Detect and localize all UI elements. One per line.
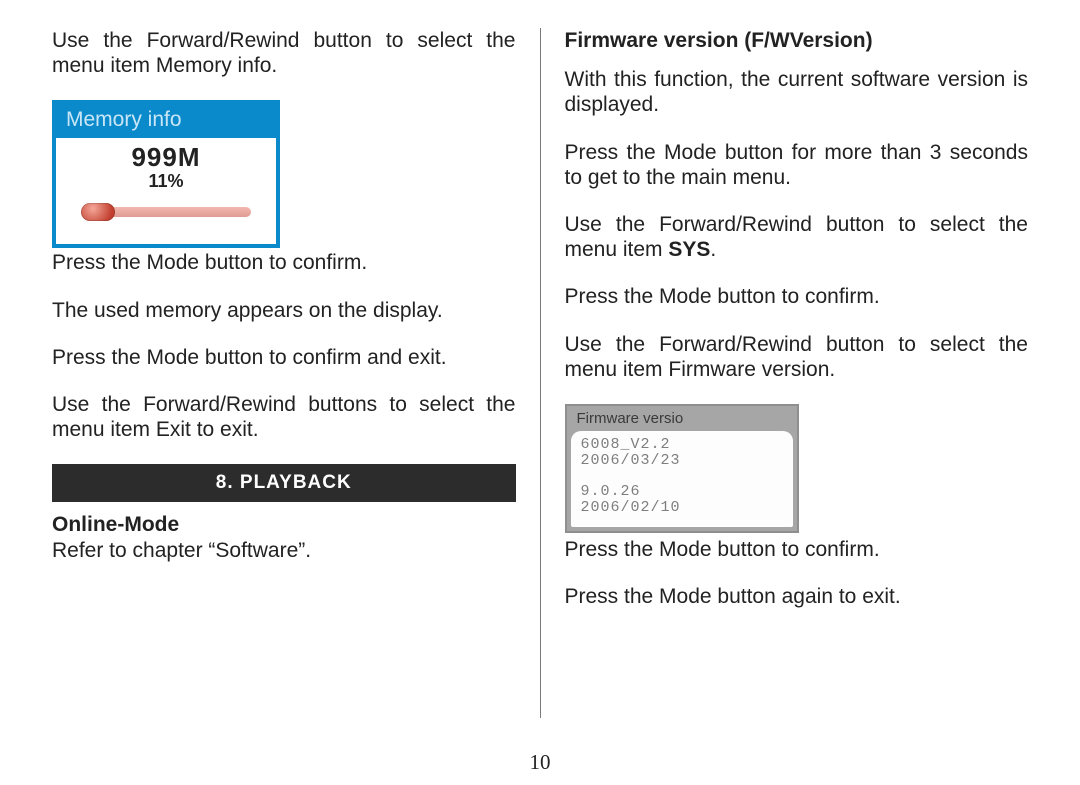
firmware-info-panel: 6008_V2.2 2006/03/23 9.0.26 2006/02/10 xyxy=(571,431,793,527)
body-text: Press the Mode button for more than 3 se… xyxy=(565,140,1029,190)
subheading-online-mode: Online-Mode xyxy=(52,512,516,537)
firmware-line: 2006/03/23 xyxy=(581,453,783,470)
memory-info-body: 999M 11% xyxy=(56,138,276,244)
body-text: Use the Forward/Rewind button to select … xyxy=(565,212,1029,262)
body-text: Use the Forward/Rewind button to select … xyxy=(52,28,516,78)
firmware-line: 9.0.26 xyxy=(581,484,783,501)
left-column: Use the Forward/Rewind button to select … xyxy=(52,28,540,718)
memory-percent-value: 11% xyxy=(56,171,276,192)
bold-term-sys: SYS xyxy=(668,238,710,261)
memory-slider-handle xyxy=(81,203,115,221)
memory-size-value: 999M xyxy=(56,142,276,173)
firmware-screenshot-title: Firmware versio xyxy=(567,406,797,431)
body-text: The used memory appears on the display. xyxy=(52,298,516,323)
online-mode-block: Online-Mode Refer to chapter “Software”. xyxy=(52,512,516,562)
body-text: Press the Mode button to confirm. xyxy=(52,250,516,275)
body-text-span: Use the Forward/Rewind button to select … xyxy=(565,213,1029,261)
memory-info-titlebar: Memory info xyxy=(56,104,276,138)
body-text: Press the Mode button to confirm. xyxy=(565,537,1029,562)
two-column-layout: Use the Forward/Rewind button to select … xyxy=(52,28,1028,718)
body-text: Refer to chapter “Software”. xyxy=(52,538,516,563)
manual-page: Use the Forward/Rewind button to select … xyxy=(0,0,1080,785)
firmware-version-screenshot: Firmware versio 6008_V2.2 2006/03/23 9.0… xyxy=(565,404,799,533)
firmware-line: 6008_V2.2 xyxy=(581,437,783,454)
memory-info-screenshot: Memory info 999M 11% xyxy=(52,100,280,248)
body-text: Press the Mode button to confirm. xyxy=(565,284,1029,309)
firmware-line: 2006/02/10 xyxy=(581,500,783,517)
body-text: Use the Forward/Rewind button to select … xyxy=(565,332,1029,382)
body-text: With this function, the current software… xyxy=(565,67,1029,117)
right-column: Firmware version (F/WVersion) With this … xyxy=(541,28,1029,718)
spacer xyxy=(581,470,783,484)
subheading-firmware-version: Firmware version (F/WVersion) xyxy=(565,28,1029,53)
body-text: Press the Mode button again to exit. xyxy=(565,584,1029,609)
body-text-span: . xyxy=(710,238,716,261)
memory-slider xyxy=(81,200,251,222)
section-heading-playback: 8. PLAYBACK xyxy=(52,464,516,502)
page-number: 10 xyxy=(0,750,1080,775)
body-text: Press the Mode button to confirm and exi… xyxy=(52,345,516,370)
body-text: Use the Forward/Rewind buttons to select… xyxy=(52,392,516,442)
